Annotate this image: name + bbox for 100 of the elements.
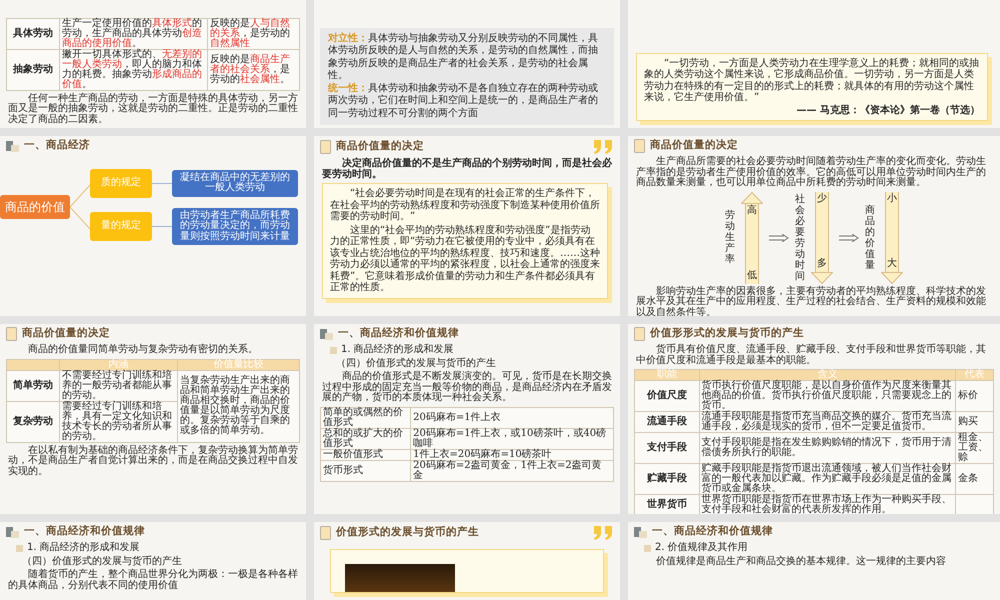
arrow-head [741,192,763,204]
table-cell: 一般价值形式 [320,449,411,460]
paragraph: 影响劳动生产率的因素很多，主要有劳动者的平均熟练程度、科学技术的发展水平及其在生产中的应用程度、生产过程的社会结合、生产资料的规模和效能以及自然条件等。 [636,286,987,316]
paragraph: 随着货币的产生，整个商品世界分化为两极：一极是各种各样的具体商品，分别代表不同的使用价值 [8,570,298,591]
table-cell: 20码麻布=1件上衣，或10磅茶叶，或40磅咖啡 [410,428,614,449]
axis-label: 劳动生产率 [725,210,735,265]
page-icon [320,140,331,154]
row-label: 贮藏手段 [634,464,700,494]
table-cell: 1件上衣=20码麻布=10磅茶叶 [410,449,614,460]
table-cell: 世界货币职能是指货币在世界市场上作为一种购买手段、支付手段和社会财富的代表所发挥的作用。 [699,494,956,514]
slide-thumbnail[interactable]: 一、商品经济和价值规律 1. 商品经济的形成和发展 （四）价值形式的发展与货币的产生 随着货币的产生，整个商品世界分化为两极：一极是各种各样的具体商品，分别代表不同的使用价值 [0,522,306,600]
arrow-label: 多 [817,259,827,270]
page-icon [634,139,645,153]
arrow-label: 高 [747,206,757,216]
slide-title: 商品价值量的决定 [650,140,738,152]
table-cell: 总和的或扩大的价值形式 [320,428,411,449]
paragraph: 任何一种生产商品的劳动，一方面是特殊的具体劳动，另一方面又是一般的抽象劳动，这就是劳动的二重性。正是劳动的二重性决定了商品的二因素。 [8,94,298,125]
table-cell: 撇开一切具体形式的、无差别的一般人类劳动，即人的脑力和体力的耗费。抽象劳动形成商品的价值。 [59,49,208,90]
paragraph: 生产商品所需要的社会必要劳动时间随着劳动生产率的变化而变化。劳动生产率指的是劳动者生产使用价值的效率。它的高低可以用单位劳动时间内生产的商品数量来测量，也可以用单位商品中所耗费的劳动时间来测量。 [636,157,987,188]
section-icon [634,526,647,538]
table-cell: 金条 [956,464,994,494]
quote-text: 这里的“社会平均的劳动熟练程度和劳动强度”是指劳动力的正常性质，即“劳动力在它被使用的专业中，必须具有在该专业占统治地位的平均的熟练程度、技巧和速度。……这种劳动力必须以通常的平均的紧张程度，以社会上通常的强度来耗费”。它意味着形成价值量的劳动力和生产条件都必须具有正常的性质。 [330,224,600,294]
slide-thumbnail[interactable] [628,136,1000,316]
table-cell: 需要经过专门训练和培养，具有一定文化知识和技术专长的劳动者所从事的劳动。 [59,401,178,442]
bullet-icon [16,544,23,552]
axis-label: 商品的价值量 [865,204,875,270]
page-icon [6,327,17,341]
table-cell: 当复杂劳动生产出来的商品和简单劳动生产出来的商品相交换时，商品的价值量是以简单劳动为尺度的。复杂劳动等于自乘的或多倍的简单劳动。 [177,370,300,442]
connector-line [70,206,90,230]
row-label: 具体劳动 [6,18,60,49]
column-header: 内涵 [59,359,178,370]
slide-title: 一、商品经济和价值规律 [338,328,459,340]
column-header: 价值量比较 [177,359,300,370]
slide-thumbnail[interactable] [628,324,1000,514]
table-cell: 简单的或偶然的价值形式 [320,407,411,428]
page-icon [634,327,645,341]
subheading: 1. 商品经济的形成和发展 [341,345,454,356]
table-cell: 20码麻布=1件上衣 [410,407,614,428]
slide-title: 一、商品经济和价值规律 [652,526,773,538]
slide-thumbnail[interactable]: 一、商品经济 商品的价值 质的规定 凝结在商品中的无差别的一般人类劳动 量的规定 由劳动者生产商品所耗费的劳动量决定的，而劳动量则按照劳动时间来计量 [0,136,306,316]
mindmap-node: 凝结在商品中的无差别的一般人类劳动 [172,170,298,197]
double-arrow-icon [769,234,789,242]
table-cell: 货币执行价值尺度职能，是以自身价值作为尺度来衡量其他商品的价值。货币执行价值尺度职能，只需要观念上的货币。 [699,380,956,412]
arrow-head [811,272,833,284]
arrow-head [881,272,903,284]
slide-thumbnail[interactable]: 价值形式的发展与货币的产生 [314,522,620,600]
subheading: 2. 价值规律及其作用 [655,543,748,554]
slide-thumbnail[interactable]: 对立性：具体劳动与抽象劳动又分别反映劳动的不同属性，具体劳动所反映的是人与自然的关系，是劳动的自然属性，而抽象劳动所反映的是商品生产者的社会关系，是劳动的社会属性。 统一性：具体劳动和抽象劳动不是各自独立存在的两种劳动或两次劳动，它们在时间上和空间上是统一的，是商品生产者的同一劳动过程不可分割的两个方面 [314,0,620,128]
table-cell: 流通手段职能是指货币充当商品交换的媒介。货币充当流通手段，必须是现实的货币，但不一定要足值货币。 [699,412,956,432]
subheading: （四）价值形式的发展与货币的产生 [22,556,183,567]
subheading: （四）价值形式的发展与货币的产生 [336,358,497,369]
quote-text: “一切劳动，一方面是人类劳动力在生理学意义上的耗费；就相同的或抽象的人类劳动这个属性来说，它形成商品价值。一切劳动，另一方面是人类劳动力在特殊的有一定目的的形式上的耗费；就具体的有用的劳动这个属性来说，它生产使用价值。” [644,58,980,104]
table-cell: 不需要经过专门训练和培养的一般劳动者都能从事的劳动。 [59,370,178,401]
mindmap-node: 质的规定 [90,169,152,198]
table-cell: 货币形式 [320,460,411,481]
slide-title: 一、商品经济 [24,140,90,152]
slide-title: 价值形形式的发展与货币的产生 [650,328,804,340]
slide-thumbnail[interactable] [314,324,620,514]
slide-title: 商品价值量的决定 [336,141,424,152]
paragraph: 商品的价值量同简单劳动与复杂劳动有密切的关系。 [27,345,259,356]
slide-title: 价值形式的发展与货币的产生 [336,527,479,538]
table-cell: 购买 [956,412,994,432]
row-label: 简单劳动 [6,370,60,401]
table-cell: 租金、工资、赊 [956,432,994,464]
mindmap-node: 量的规定 [90,212,152,240]
table-cell: 反映的是商品生产者的社会关系，是劳动的社会属性。 [208,49,300,90]
table-cell: 生产一定使用价值的具体形式的劳动，生产商品的具体劳动创造商品的使用价值。 [59,18,208,49]
bullet-icon [644,544,651,552]
arrow-label: 小 [887,194,897,204]
slide-thumbnail[interactable] [314,136,620,316]
note-text: 统一性：具体劳动和抽象劳动不是各自独立存在的两种劳动或两次劳动，它们在时间上和空间上是统一的，是商品生产者的同一劳动过程不可分割的两个方面 [328,82,599,120]
slide-thumbnail[interactable] [0,324,306,514]
slide-title: 商品价值量的决定 [22,328,110,340]
row-label: 价值尺度 [634,380,700,412]
quote-source: —— 马克思：《资本论》第一卷（节选） [796,106,980,116]
double-arrow-icon [839,234,859,242]
quote-text: “社会必要劳动时间是在现有的社会正常的生产条件下，在社会平均的劳动熟练程度和劳动强度下制造某种使用价值所需要的劳动时间。” [330,188,600,222]
table-cell: 标价 [956,380,994,412]
column-header: 含义 [699,370,956,380]
paragraph: 货币具有价值尺度、流通手段、贮藏手段、支付手段和世界货币等职能，其中价值尺度和流通手段是最基本的职能。 [636,345,987,366]
row-label: 复杂劳动 [6,401,60,442]
slide-thumbnail[interactable]: 一、商品经济和价值规律 2. 价值规律及其作用 价值规律是商品生产和商品交换的基本规律。这一规律的主要内容 [628,522,1000,600]
section-icon [6,140,19,152]
paragraph: 价值规律是商品生产和商品交换的基本规律。这一规律的主要内容 [655,556,947,567]
column-header: 职能 [634,370,700,380]
bullet-icon [330,346,337,354]
arrow-label: 少 [817,194,827,204]
axis-label: 社会必要劳动时间 [795,194,805,282]
slide-title: 一、商品经济和价值规律 [24,526,145,538]
paragraph: 商品的价值形式是不断发展演变的。可见，货币是在长期交换过程中形成的固定充当一般等价物的商品，是商品经济内在矛盾发展的产物，货币的本质体现一种社会关系。 [322,372,612,404]
row-label: 抽象劳动 [6,49,60,90]
table-cell: 贮藏手段职能是指货币退出流通领域，被人们当作社会财富的一般代表加以贮藏。作为贮藏手段必须是足值的金属货币或金属条块。 [699,464,956,494]
row-label: 支付手段 [634,432,700,464]
slide-thumbnail[interactable]: “一切劳动，一方面是人类劳动力在生理学意义上的耗费；就相同的或抽象的人类劳动这个属性来说，它形成商品价值。一切劳动，另一方面是人类劳动力在特殊的有一定目的的形式上的耗费；就具体的有用的劳动这个属性来说，它生产使用价值。” —— 马克思：《资本论》第一卷（节选） [628,0,1000,128]
paragraph: 在以私有制为基础的商品经济条件下，复杂劳动换算为简单劳动，不是商品生产者自觉计算出来的，而是在商品交换过程中自发实现的。 [8,446,298,477]
page-icon [320,526,331,540]
slide-thumbnail[interactable] [0,0,306,128]
table-cell: 20码麻布=2盎司黄金，1件上衣=2盎司黄金 [410,460,614,481]
section-icon [6,526,19,538]
arrow-label: 大 [887,259,897,270]
